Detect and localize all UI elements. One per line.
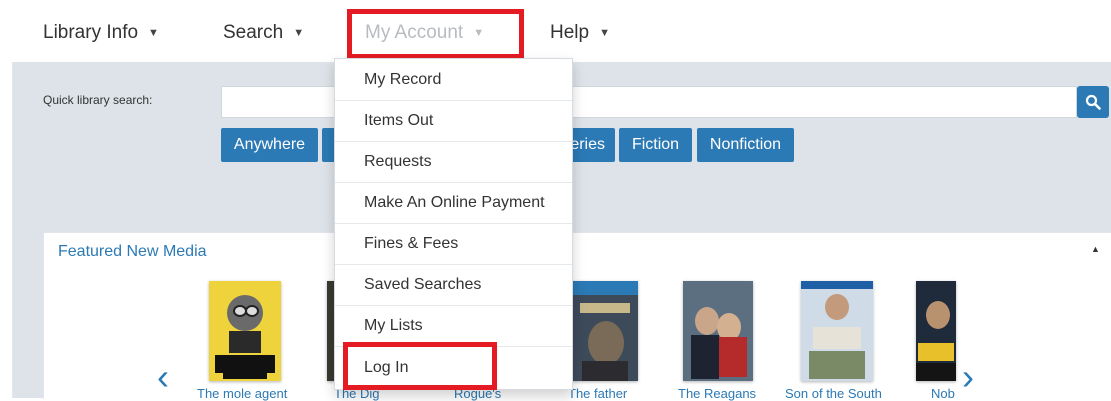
menu-item-requests[interactable]: Requests (364, 153, 432, 171)
menu-item-my-record[interactable]: My Record (364, 71, 441, 89)
caption-son-of-the-south[interactable]: Son of the South (785, 386, 882, 401)
menu-item-my-lists[interactable]: My Lists (364, 317, 423, 335)
mole-agent-cover-art (209, 281, 281, 381)
caption-nobody[interactable]: Nob (931, 386, 955, 401)
log-in-highlight (343, 342, 497, 390)
collapse-icon[interactable]: ▲ (1091, 244, 1100, 254)
caret-down-icon: ▼ (293, 27, 305, 39)
cover-the-reagans[interactable] (683, 281, 753, 381)
cover-mole-agent[interactable] (209, 281, 281, 381)
caption-mole-agent[interactable]: The mole agent (197, 386, 287, 401)
search-button[interactable] (1077, 86, 1109, 118)
carousel-next-icon[interactable]: › (962, 359, 974, 395)
nav-library-info[interactable]: Library Info ▼ (43, 22, 159, 44)
menu-item-fines-fees[interactable]: Fines & Fees (364, 235, 458, 253)
menu-item-items-out[interactable]: Items Out (364, 112, 433, 130)
nav-help[interactable]: Help ▼ (550, 22, 610, 44)
menu-divider (335, 223, 572, 224)
nav-search[interactable]: Search ▼ (223, 22, 304, 44)
cover-son-of-the-south[interactable] (801, 281, 873, 381)
son-of-the-south-cover-art (801, 281, 873, 381)
search-icon (1085, 94, 1101, 110)
menu-item-saved-searches[interactable]: Saved Searches (364, 276, 481, 294)
caret-down-icon: ▼ (599, 27, 610, 39)
caption-the-reagans[interactable]: The Reagans (678, 386, 756, 401)
quick-search-label: Quick library search: (43, 93, 153, 107)
the-reagans-cover-art (683, 281, 753, 381)
filter-nonfiction-button[interactable]: Nonfiction (697, 128, 794, 162)
caret-down-icon: ▼ (148, 27, 159, 39)
menu-divider (335, 141, 572, 142)
nav-search-label: Search (223, 22, 284, 43)
my-account-highlight (347, 9, 524, 59)
menu-divider (335, 182, 572, 183)
filter-fiction-button[interactable]: Fiction (619, 128, 692, 162)
menu-divider (335, 264, 572, 265)
carousel-prev-icon[interactable]: ‹ (157, 359, 169, 395)
cover-nobody[interactable] (916, 281, 956, 381)
menu-item-online-payment[interactable]: Make An Online Payment (364, 194, 545, 212)
menu-divider (335, 305, 572, 306)
nav-library-info-label: Library Info (43, 22, 139, 43)
menu-divider (335, 100, 572, 101)
cover-the-father[interactable] (572, 281, 638, 381)
caption-the-father[interactable]: The father (568, 386, 627, 401)
my-account-dropdown (334, 58, 573, 390)
featured-media-title: Featured New Media (58, 243, 207, 260)
the-father-cover-art (572, 281, 638, 381)
filter-anywhere-button[interactable]: Anywhere (221, 128, 318, 162)
nobody-cover-art (916, 281, 956, 381)
nav-help-label: Help (550, 22, 590, 43)
